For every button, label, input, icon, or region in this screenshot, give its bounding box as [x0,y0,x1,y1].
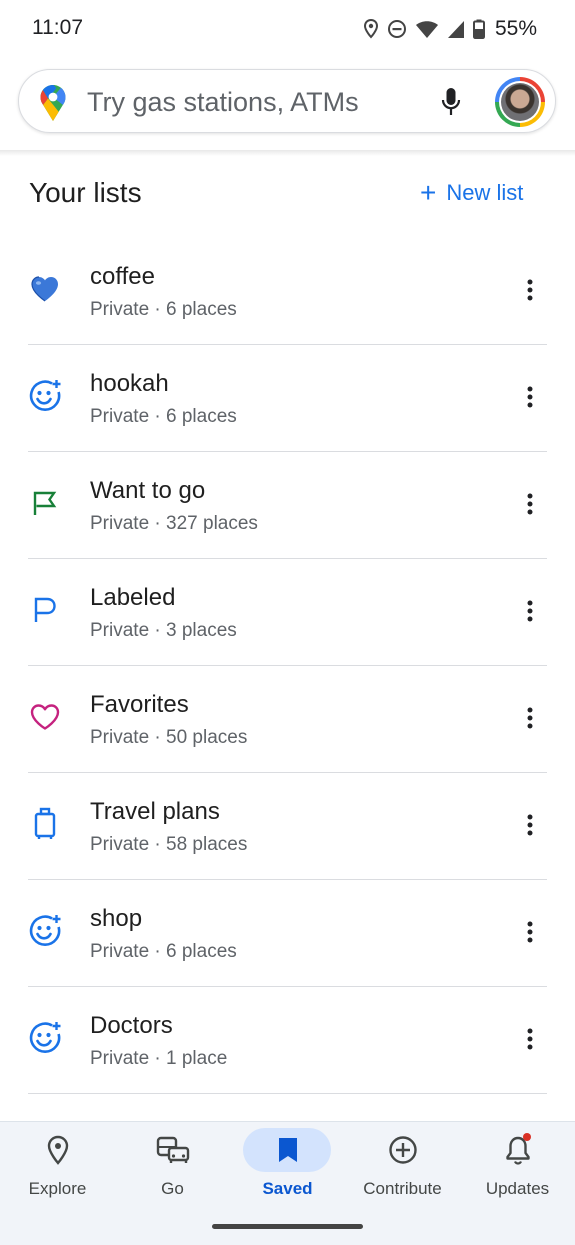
cell-signal-icon [447,21,464,38]
list-name: Favorites [90,691,189,718]
tab-explore[interactable]: Explore [0,1122,115,1212]
list-meta: Private · 1 place [90,1048,228,1069]
list-item-travel-plans[interactable]: Travel plans Private · 58 places [0,773,575,880]
account-avatar[interactable] [495,77,545,127]
more-options-icon[interactable] [512,490,548,518]
suitcase-icon [27,806,63,842]
list-meta: Private · 3 places [90,620,237,641]
bookmark-icon [270,1134,306,1166]
location-pin-icon [40,1134,76,1166]
more-options-icon[interactable] [512,704,548,732]
add-circle-icon [385,1134,421,1166]
list-item-doctors[interactable]: Doctors Private · 1 place [0,987,575,1094]
status-time: 11:07 [32,16,83,39]
plus-icon: + [420,177,437,208]
flag-icon [27,485,63,521]
list-name: Doctors [90,1012,173,1039]
search-input[interactable] [87,82,417,122]
list-meta: Private · 6 places [90,941,237,962]
smiley-add-icon [27,378,63,414]
list-item-want-to-go[interactable]: Want to go Private · 327 places [0,452,575,559]
list-item-favorites[interactable]: Favorites Private · 50 places [0,666,575,773]
list-meta: Private · 327 places [90,513,258,534]
tab-go[interactable]: Go [115,1122,230,1212]
tab-label: Explore [28,1179,87,1198]
list-name: shop [90,905,143,932]
tab-label: Go [161,1179,184,1198]
tab-updates[interactable]: Updates [460,1122,575,1212]
page-title: Your lists [29,177,142,208]
location-status-icon [363,19,378,39]
more-options-icon[interactable] [512,276,548,304]
header-divider [0,150,575,156]
list-item-hookah[interactable]: hookah Private · 6 places [0,345,575,452]
bell-icon [500,1133,536,1166]
list-item-shop[interactable]: shop Private · 6 places [0,880,575,987]
notification-badge [522,1133,531,1141]
heart-outline-icon [27,699,63,735]
tab-saved[interactable]: Saved [230,1122,345,1212]
status-bar: 11:07 55% [0,0,575,58]
blue-heart-emoji-icon [27,271,63,307]
more-options-icon[interactable] [512,918,548,946]
tab-label: Saved [262,1179,313,1198]
list-item-coffee[interactable]: coffee Private · 6 places [0,238,575,345]
list-name: Labeled [90,584,176,611]
list-name: Travel plans [90,798,220,825]
list-meta: Private · 6 places [90,406,237,427]
more-options-icon[interactable] [512,811,548,839]
list-item-labeled[interactable]: Labeled Private · 3 places [0,559,575,666]
list-name: coffee [90,263,155,290]
label-flag-icon [27,592,63,628]
more-options-icon[interactable] [512,1025,548,1053]
list-meta: Private · 58 places [90,834,248,855]
wifi-icon [415,21,438,38]
new-list-button[interactable]: + New list [420,177,524,208]
list-name: hookah [90,370,169,397]
battery-percent: 55% [494,17,537,40]
more-options-icon[interactable] [512,597,548,625]
search-bar[interactable] [18,69,556,133]
gesture-navigation-bar[interactable] [212,1224,363,1229]
list-meta: Private · 50 places [90,727,248,748]
saved-lists: coffee Private · 6 places hookah Private… [0,238,575,1094]
battery-icon [472,19,485,39]
smiley-add-icon [27,1020,63,1056]
tab-label: Updates [485,1179,550,1198]
tab-contribute[interactable]: Contribute [345,1122,460,1212]
list-name: Want to go [90,477,206,504]
list-meta: Private · 6 places [90,299,237,320]
avatar-photo [501,83,539,121]
smiley-add-icon [27,913,63,949]
new-list-label: New list [446,180,524,205]
more-options-icon[interactable] [512,383,548,411]
microphone-icon[interactable] [441,87,461,117]
commute-icon [155,1134,191,1166]
do-not-disturb-icon [387,20,406,38]
maps-pin-logo-icon [40,85,66,121]
status-icons: 55% [363,14,537,44]
tab-label: Contribute [363,1179,442,1198]
divider [28,1093,547,1094]
